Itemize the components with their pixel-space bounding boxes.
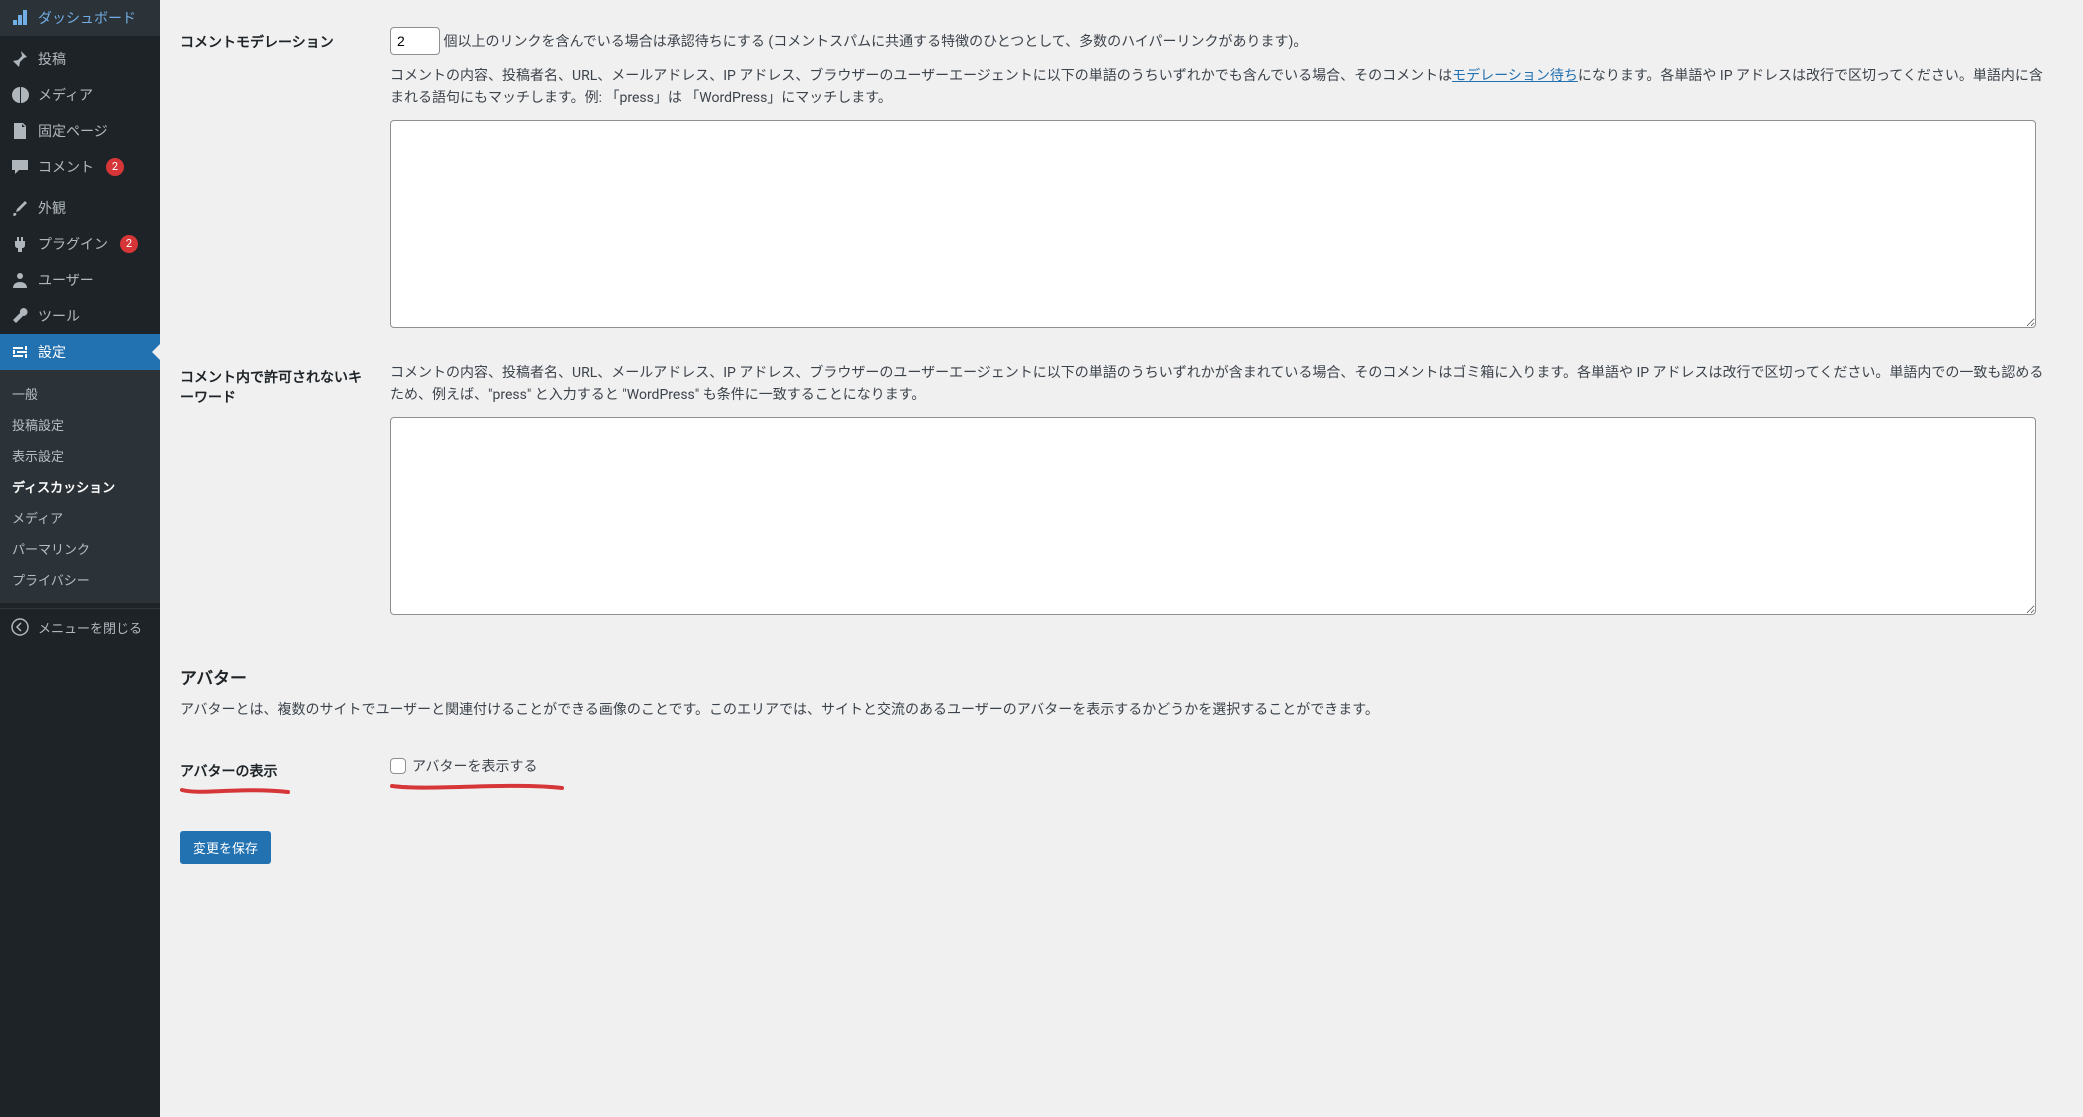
- sidebar-item-media[interactable]: メディア: [0, 77, 160, 113]
- disallowed-description: コメントの内容、投稿者名、URL、メールアドレス、IP アドレス、ブラウザーのユ…: [390, 362, 2053, 407]
- avatar-display-checkbox[interactable]: [390, 758, 406, 774]
- moderation-keys-textarea[interactable]: [390, 120, 2036, 328]
- avatar-heading: アバター: [180, 664, 2063, 689]
- avatar-intro: アバターとは、複数のサイトでユーザーと関連付けることができる画像のことです。この…: [180, 699, 2063, 721]
- wrench-icon: [10, 306, 30, 326]
- sidebar-item-label: 固定ページ: [38, 121, 108, 141]
- plugin-icon: [10, 234, 30, 254]
- sidebar-item-dashboard[interactable]: ダッシュボード: [0, 0, 160, 36]
- sidebar-item-label: 外観: [38, 198, 66, 218]
- moderation-desc-before: コメントの内容、投稿者名、URL、メールアドレス、IP アドレス、ブラウザーのユ…: [390, 68, 1452, 84]
- disallowed-keys-textarea[interactable]: [390, 417, 2036, 615]
- pin-icon: [10, 49, 30, 69]
- submenu-item-media[interactable]: メディア: [0, 502, 160, 533]
- sidebar-item-label: ユーザー: [38, 270, 94, 290]
- page-icon: [10, 121, 30, 141]
- save-changes-button[interactable]: 変更を保存: [180, 831, 271, 864]
- avatar-display-checkbox-label: アバターを表示する: [412, 756, 537, 776]
- moderation-links-input[interactable]: [390, 27, 440, 55]
- media-icon: [10, 85, 30, 105]
- user-icon: [10, 270, 30, 290]
- sidebar-item-label: 投稿: [38, 49, 66, 69]
- sidebar-item-posts[interactable]: 投稿: [0, 41, 160, 77]
- row-label-moderation: コメントモデレーション: [180, 12, 380, 347]
- row-label-avatar-display: アバターの表示: [180, 764, 277, 780]
- submenu-item-privacy[interactable]: プライバシー: [0, 564, 160, 595]
- sidebar-item-label: 設定: [38, 342, 66, 362]
- avatar-display-checkbox-wrap[interactable]: アバターを表示する: [390, 756, 2053, 776]
- collapse-menu-button[interactable]: メニューを閉じる: [0, 608, 160, 645]
- collapse-menu-label: メニューを閉じる: [38, 618, 142, 637]
- sidebar-item-comments[interactable]: コメント 2: [0, 149, 160, 185]
- row-label-disallowed: コメント内で許可されないキーワード: [180, 347, 380, 634]
- submenu-item-permalink[interactable]: パーマリンク: [0, 533, 160, 564]
- moderation-queue-link[interactable]: モデレーション待ち: [1452, 68, 1578, 84]
- main-content: コメントモデレーション 個以上のリンクを含んでいる場合は承認待ちにする (コメン…: [160, 0, 2083, 1117]
- moderation-description: コメントの内容、投稿者名、URL、メールアドレス、IP アドレス、ブラウザーのユ…: [390, 65, 2053, 110]
- dashboard-icon: [10, 8, 30, 28]
- sidebar-item-users[interactable]: ユーザー: [0, 262, 160, 298]
- comment-icon: [10, 157, 30, 177]
- settings-submenu: 一般 投稿設定 表示設定 ディスカッション メディア パーマリンク プライバシー: [0, 370, 160, 603]
- annotation-underline-left: [180, 785, 370, 791]
- settings-icon: [10, 342, 30, 362]
- moderation-links-line: 個以上のリンクを含んでいる場合は承認待ちにする (コメントスパムに共通する特徴の…: [390, 27, 2053, 55]
- sidebar-item-pages[interactable]: 固定ページ: [0, 113, 160, 149]
- sidebar-item-settings[interactable]: 設定: [0, 334, 160, 370]
- annotation-underline-right: [390, 780, 2053, 786]
- sidebar-item-tools[interactable]: ツール: [0, 298, 160, 334]
- sidebar-item-label: プラグイン: [38, 234, 108, 254]
- submenu-item-general[interactable]: 一般: [0, 378, 160, 409]
- collapse-icon: [10, 617, 30, 637]
- submenu-item-writing[interactable]: 投稿設定: [0, 409, 160, 440]
- sidebar-item-appearance[interactable]: 外観: [0, 190, 160, 226]
- moderation-links-text: 個以上のリンクを含んでいる場合は承認待ちにする (コメントスパムに共通する特徴の…: [443, 34, 1307, 50]
- sidebar-item-label: ダッシュボード: [38, 8, 136, 28]
- sidebar-item-plugins[interactable]: プラグイン 2: [0, 226, 160, 262]
- submenu-item-discussion[interactable]: ディスカッション: [0, 471, 160, 502]
- admin-sidebar: ダッシュボード 投稿 メディア 固定ページ コメント 2 外観 プラグイン 2 …: [0, 0, 160, 1117]
- sidebar-item-label: コメント: [38, 157, 94, 177]
- sidebar-item-label: ツール: [38, 306, 80, 326]
- submenu-item-reading[interactable]: 表示設定: [0, 440, 160, 471]
- plugin-updates-badge: 2: [120, 235, 138, 253]
- sidebar-item-label: メディア: [38, 85, 93, 105]
- comments-count-badge: 2: [106, 158, 124, 176]
- brush-icon: [10, 198, 30, 218]
